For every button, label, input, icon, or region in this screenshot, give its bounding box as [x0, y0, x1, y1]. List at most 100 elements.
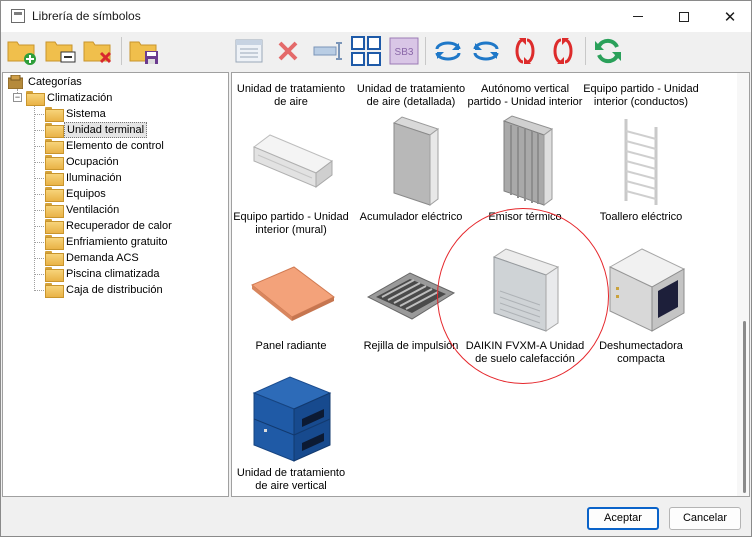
folder-icon — [45, 123, 64, 138]
tree-item[interactable]: Demanda ACS — [3, 250, 223, 266]
toolbar-separator — [585, 37, 586, 65]
vertical-scrollbar[interactable] — [737, 73, 749, 496]
tree-item-label: Piscina climatizada — [66, 268, 160, 280]
symbol-label: Equipo partido - Unidad interior (mural) — [233, 211, 349, 236]
tree-item-label: Equipos — [66, 188, 106, 200]
sb3-file-button[interactable]: SB3 — [388, 35, 420, 67]
tree-guide — [35, 258, 44, 259]
tree-guide — [35, 210, 44, 211]
tree-item[interactable]: Equipos — [3, 186, 223, 202]
grid-view-button[interactable] — [350, 35, 382, 67]
floor-heating-unit-icon — [492, 248, 560, 332]
toolbar-separator — [425, 37, 426, 65]
symbol-item[interactable]: DAIKIN FVXM-A Unidad de suelo calefacció… — [464, 241, 586, 369]
folder-icon — [45, 267, 64, 282]
wall-split-unit-icon — [253, 134, 333, 188]
symbol-item[interactable]: Panel radiante — [232, 241, 352, 369]
rotate-right-icon — [473, 41, 499, 61]
folder-icon — [45, 235, 64, 250]
symbol-label: Panel radiante — [255, 340, 327, 352]
symbol-label: Toallero eléctrico — [599, 211, 683, 223]
towel-rail-icon — [624, 119, 658, 205]
tree-item-label: Unidad terminal — [64, 122, 148, 138]
symbol-item[interactable]: Autónomo vertical partido - Unidad inter… — [464, 83, 586, 113]
tree-guide — [35, 274, 44, 275]
save-folder-icon — [129, 41, 158, 64]
flip-vertical-alt-icon — [553, 38, 573, 64]
tree-node-categorias[interactable]: Categorías — [3, 74, 223, 90]
table-view-icon — [235, 39, 263, 63]
symbol-item[interactable]: Deshumectadora compacta — [580, 241, 702, 369]
symbol-label: Unidad de tratamiento de aire vertical — [236, 467, 346, 492]
folder-open-icon — [26, 91, 45, 106]
flip-vertical-alt-button[interactable] — [547, 35, 579, 67]
tree-item-label: Recuperador de calor — [66, 220, 172, 232]
folder-icon — [45, 187, 64, 202]
tree-item[interactable]: Iluminación — [3, 170, 223, 186]
symbol-item[interactable]: Emisor térmico — [464, 113, 586, 241]
folder-icon — [45, 139, 64, 154]
dehumidifier-icon — [608, 248, 686, 332]
symbol-item[interactable]: Equipo partido - Unidad interior (conduc… — [580, 83, 702, 113]
rotate-right-button[interactable] — [470, 35, 502, 67]
symbol-label: DAIKIN FVXM-A Unidad de suelo calefacció… — [465, 340, 585, 365]
refresh-icon — [595, 38, 621, 64]
tree-item[interactable]: Enfriamiento gratuito — [3, 234, 223, 250]
close-icon: ✕ — [723, 8, 737, 26]
delete-icon — [278, 41, 298, 61]
delete-button[interactable] — [272, 35, 304, 67]
delete-folder-button[interactable] — [82, 35, 114, 67]
symbol-item[interactable]: Toallero eléctrico — [580, 113, 702, 241]
new-folder-button[interactable] — [6, 35, 38, 67]
rotate-left-button[interactable] — [432, 35, 464, 67]
tree-root-label: Categorías — [28, 76, 82, 88]
tree-item[interactable]: Sistema — [3, 106, 223, 122]
refresh-button[interactable] — [592, 35, 624, 67]
flip-vertical-icon — [515, 38, 535, 64]
symbol-label: Unidad de tratamiento de aire — [236, 83, 346, 108]
symbol-label: Unidad de tratamiento de aire (detallada… — [356, 83, 466, 108]
resize-button[interactable] — [311, 35, 343, 67]
edit-folder-button[interactable] — [44, 35, 76, 67]
tree-item-label: Demanda ACS — [66, 252, 139, 264]
cancel-button[interactable]: Cancelar — [669, 507, 741, 530]
symbol-item[interactable]: Unidad de tratamiento de aire vertical — [232, 371, 352, 496]
accept-button[interactable]: Aceptar — [587, 507, 659, 530]
save-folder-button[interactable] — [128, 35, 160, 67]
symbol-item[interactable]: Unidad de tratamiento de aire — [232, 83, 352, 113]
tree-item-label: Elemento de control — [66, 140, 164, 152]
symbol-item[interactable]: Rejilla de impulsión — [350, 241, 472, 369]
collapse-toggle[interactable]: − — [13, 93, 22, 102]
flip-vertical-button[interactable] — [509, 35, 541, 67]
resize-icon — [313, 42, 342, 60]
close-button[interactable]: ✕ — [707, 1, 752, 32]
tree-item[interactable]: Ocupación — [3, 154, 223, 170]
folder-icon — [45, 283, 64, 298]
scrollbar-thumb[interactable] — [743, 321, 746, 493]
folder-icon — [45, 107, 64, 122]
toolbar: SB3 — [1, 32, 751, 71]
symbol-item[interactable]: Unidad de tratamiento de aire (detallada… — [350, 83, 472, 113]
tree-item-selected[interactable]: Unidad terminal — [3, 122, 223, 138]
tree-item[interactable]: Recuperador de calor — [3, 218, 223, 234]
symbol-label: Autónomo vertical partido - Unidad inter… — [467, 83, 583, 108]
tree-item[interactable]: Caja de distribución — [3, 282, 223, 298]
delete-folder-icon — [83, 41, 112, 64]
tree-item-label: Sistema — [66, 108, 106, 120]
tree-item[interactable]: Ventilación — [3, 202, 223, 218]
symbol-item[interactable]: Acumulador eléctrico — [350, 113, 472, 241]
maximize-button[interactable] — [661, 1, 707, 32]
sb3-file-icon: SB3 — [389, 37, 419, 65]
folder-icon — [45, 155, 64, 170]
tree-item[interactable]: Elemento de control — [3, 138, 223, 154]
tree-item[interactable]: Piscina climatizada — [3, 266, 223, 282]
tree-guide — [35, 146, 44, 147]
tree-item-label: Ocupación — [66, 156, 119, 168]
table-view-button[interactable] — [233, 35, 265, 67]
symbol-item[interactable]: Equipo partido - Unidad interior (mural) — [232, 113, 352, 241]
app-window-icon — [11, 9, 25, 23]
vertical-air-handling-unit-icon — [252, 376, 332, 462]
minimize-icon — [633, 16, 643, 17]
minimize-button[interactable] — [615, 1, 661, 32]
tree-node-climatizacion[interactable]: − Climatización — [3, 90, 223, 106]
